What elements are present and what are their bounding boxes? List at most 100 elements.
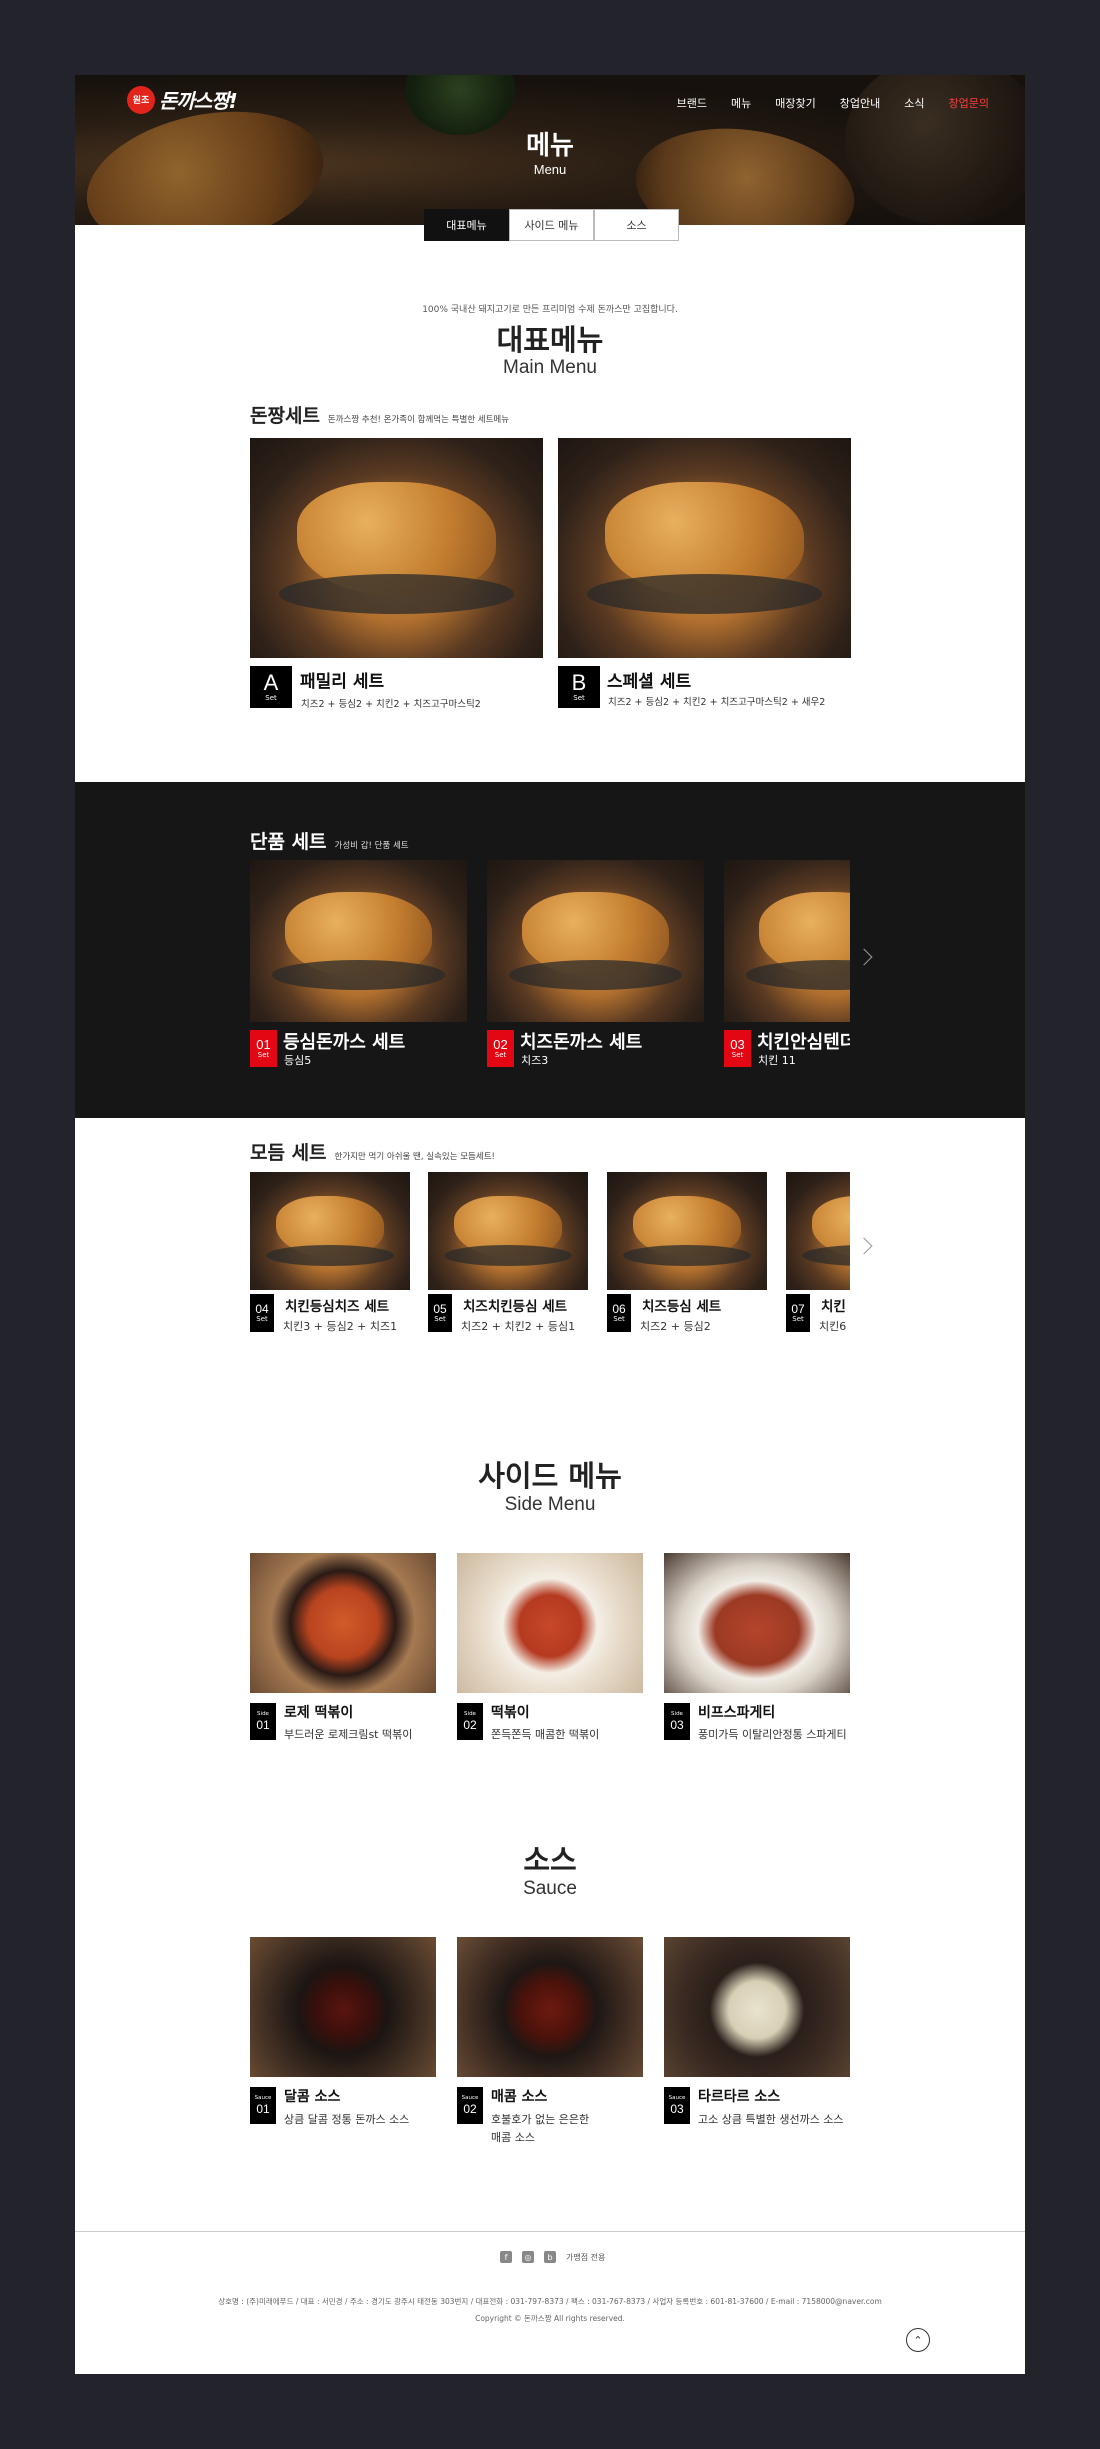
menu-item-desc: 풍미가득 이탈리안정통 스파게티 <box>698 1728 847 1741</box>
menu-item-name: 패밀리 세트 <box>300 672 385 692</box>
facebook-icon[interactable]: f <box>500 2251 512 2263</box>
single-set-slider: 01 Set 등심돈까스 세트 등심5 02 Set 치즈돈까스 세트 치즈3 … <box>250 860 850 1080</box>
tab-sauce[interactable]: 소스 <box>594 209 679 241</box>
menu-item-name: 타르타르 소스 <box>698 2089 781 2105</box>
nav-item-menu[interactable]: 메뉴 <box>731 95 751 111</box>
side-badge: Side 02 <box>457 1703 483 1740</box>
menu-image-sirloin-set[interactable] <box>250 860 467 1022</box>
menu-item-desc: 치즈3 <box>521 1054 549 1067</box>
set-badge-b: B Set <box>558 666 600 708</box>
menu-image-beef-spaghetti[interactable] <box>664 1553 850 1693</box>
menu-item-name: 로제 떡볶이 <box>284 1705 354 1721</box>
menu-item-name: 치킨안심텐더 <box>757 1032 850 1053</box>
combo-set-title: 모듬 세트 한가지만 먹기 아쉬울 땐, 실속있는 모듬세트! <box>250 1138 495 1165</box>
menu-item-name: 달콤 소스 <box>284 2089 341 2105</box>
copyright: Copyright © 돈까스짱 All rights reserved. <box>475 2314 625 2323</box>
hero-banner: 원조 돈까스짱! 브랜드 메뉴 매장찾기 창업안내 소식 창업문의 메뉴 Men… <box>75 75 1025 225</box>
set-badge: 04 Set <box>250 1294 274 1332</box>
set-badge: 06 Set <box>607 1294 631 1332</box>
menu-item-desc: 쫀득쫀득 매콤한 떡볶이 <box>491 1728 600 1741</box>
menu-item-desc: 고소 상큼 특별한 생선까스 소스 <box>698 2113 844 2126</box>
menu-image-family-set[interactable] <box>250 438 543 658</box>
menu-item-desc: 치즈2 + 등심2 <box>640 1320 711 1333</box>
sauce-badge: Sauce 03 <box>664 2087 690 2124</box>
sauce-title-en: Sauce <box>523 1878 577 1899</box>
set-badge: 03 Set <box>724 1030 751 1067</box>
scroll-top-button[interactable]: ⌃ <box>906 2328 930 2352</box>
menu-image-tteokbokki[interactable] <box>457 1553 643 1693</box>
group-heading: 돈짱세트 <box>250 405 320 427</box>
set-badge: 02 Set <box>487 1030 514 1067</box>
menu-image-tartar-sauce[interactable] <box>664 1937 850 2077</box>
menu-tabs: 대표메뉴 사이드 메뉴 소스 <box>424 209 679 241</box>
group-heading: 단품 세트 <box>250 831 327 853</box>
menu-image-sweet-sauce[interactable] <box>250 1937 436 2077</box>
franchise-only-link[interactable]: 가맹점 전용 <box>566 2252 605 2263</box>
logo-seal: 원조 <box>127 85 155 114</box>
menu-item-desc: 상큼 달콤 정통 돈까스 소스 <box>284 2113 410 2126</box>
group-desc: 가성비 갑! 단품 세트 <box>334 841 409 851</box>
menu-item-name: 스페셜 세트 <box>607 672 692 692</box>
combo-set-slider: 04 Set 치킨등심치즈 세트 치킨3 + 등심2 + 치즈1 05 Set … <box>250 1172 850 1342</box>
menu-item-name: 비프스파게티 <box>698 1705 776 1721</box>
menu-image-spicy-sauce[interactable] <box>457 1937 643 2077</box>
menu-image-combo-04[interactable] <box>250 1172 410 1290</box>
menu-image-cheese-set[interactable] <box>487 860 704 1022</box>
tab-main-menu[interactable]: 대표메뉴 <box>424 209 509 241</box>
page-subtitle: Menu <box>533 162 567 177</box>
set-badge: 01 Set <box>250 1030 277 1067</box>
tab-side-menu[interactable]: 사이드 메뉴 <box>509 209 594 241</box>
menu-image-rose-tteokbokki[interactable] <box>250 1553 436 1693</box>
nav-item-franchise-inquiry[interactable]: 창업문의 <box>949 95 989 111</box>
side-menu-title-en: Side Menu <box>504 1494 596 1515</box>
side-badge: Side 03 <box>664 1703 690 1740</box>
sauce-badge: Sauce 01 <box>250 2087 276 2124</box>
menu-item-desc: 부드러운 로제크림st 떡볶이 <box>284 1728 413 1741</box>
menu-item-desc: 등심5 <box>284 1054 312 1067</box>
nav-item-brand[interactable]: 브랜드 <box>677 95 707 111</box>
menu-item-desc: 치즈2 + 등심2 + 치킨2 + 치즈고구마스틱2 + 새우2 <box>608 697 826 708</box>
slider-next-arrow-icon[interactable] <box>855 1237 873 1255</box>
side-menu-title: 사이드 메뉴 <box>478 1459 622 1493</box>
menu-item-name: 매콤 소스 <box>491 2089 548 2105</box>
sauce-title: 소스 <box>523 1843 577 1877</box>
side-badge: Side 01 <box>250 1703 276 1740</box>
menu-item-name: 떡볶이 <box>491 1705 530 1721</box>
menu-item-name: 치킨 <box>821 1299 846 1315</box>
menu-item-desc: 치킨 11 <box>758 1054 796 1067</box>
menu-item-desc: 치킨3 + 등심2 + 치즈1 <box>283 1320 398 1333</box>
nav-item-news[interactable]: 소식 <box>904 95 924 111</box>
menu-item-name: 치즈등심 세트 <box>642 1299 722 1315</box>
nav-item-store-finder[interactable]: 매장찾기 <box>775 95 815 111</box>
page-title: 메뉴 <box>526 131 574 161</box>
social-links: f ◎ b 가맹점 전용 <box>500 2251 605 2263</box>
menu-image-combo-06[interactable] <box>607 1172 767 1290</box>
set-badge: 07 Set <box>786 1294 810 1332</box>
sauce-badge: Sauce 02 <box>457 2087 483 2124</box>
menu-item-desc-line2: 매콤 소스 <box>491 2131 535 2144</box>
group-desc: 한가지만 먹기 아쉬울 땐, 실속있는 모듬세트! <box>334 1152 495 1162</box>
page: 원조 돈까스짱! 브랜드 메뉴 매장찾기 창업안내 소식 창업문의 메뉴 Men… <box>75 75 1025 2374</box>
menu-item-name: 치즈치킨등심 세트 <box>463 1299 568 1315</box>
menu-image-combo-07[interactable] <box>786 1172 850 1290</box>
menu-image-combo-05[interactable] <box>428 1172 588 1290</box>
main-nav: 브랜드 메뉴 매장찾기 창업안내 소식 창업문의 <box>677 95 989 111</box>
menu-image-chicken-tender-set[interactable] <box>724 860 850 1022</box>
set-group-title: 돈짱세트 돈까스짱 추천! 온가족이 함께먹는 특별한 세트메뉴 <box>250 401 509 428</box>
group-heading: 모듬 세트 <box>250 1142 327 1164</box>
menu-item-desc: 호불호가 없는 은은한 <box>491 2113 590 2126</box>
menu-item-name: 치즈돈까스 세트 <box>520 1032 643 1053</box>
set-badge-a: A Set <box>250 666 292 708</box>
menu-item-desc: 치즈2 + 등심2 + 치킨2 + 치즈고구마스틱2 <box>301 699 481 710</box>
set-badge: 05 Set <box>428 1294 452 1332</box>
menu-image-special-set[interactable] <box>558 438 851 658</box>
blog-icon[interactable]: b <box>544 2251 556 2263</box>
main-menu-title: 대표메뉴 <box>496 323 604 357</box>
main-menu-title-en: Main Menu <box>503 357 597 378</box>
main-menu-intro: 100% 국내산 돼지고기로 만든 프리미엄 수제 돈까스만 고집합니다. <box>422 305 678 315</box>
menu-item-desc: 치즈2 + 치킨2 + 등심1 <box>461 1320 576 1333</box>
footer-divider <box>75 2231 1025 2232</box>
instagram-icon[interactable]: ◎ <box>522 2251 534 2263</box>
brand-logo[interactable]: 원조 돈까스짱! <box>127 85 238 114</box>
nav-item-franchise-info[interactable]: 창업안내 <box>840 95 880 111</box>
